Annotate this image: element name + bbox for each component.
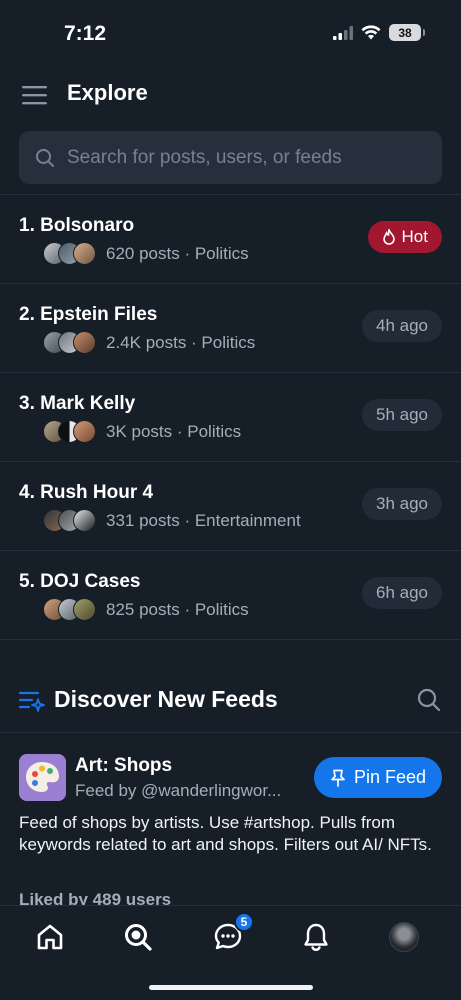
trending-title: 5. DOJ Cases (19, 571, 141, 592)
feed-card[interactable]: Art: Shops Feed by @wanderlingwor... Pin… (0, 737, 461, 905)
tab-profile[interactable] (387, 920, 421, 954)
tab-messages[interactable]: 5 (211, 912, 254, 954)
trending-item-1[interactable]: 1. Bolsonaro 620 posts · Politics Hot (0, 195, 461, 283)
bell-icon (304, 923, 328, 952)
pin-feed-label: Pin Feed (353, 767, 426, 787)
wifi-icon (361, 25, 381, 40)
discover-title: Discover New Feeds (54, 686, 278, 712)
avatar-stack (43, 420, 99, 443)
status-bar: 7:12 38 (0, 0, 461, 70)
feed-likes: Liked by 489 users (19, 890, 172, 905)
time-badge: 5h ago (362, 399, 442, 431)
badge-label: 5h ago (376, 405, 428, 424)
trending-title: 1. Bolsonaro (19, 215, 135, 236)
avatar (73, 331, 96, 354)
divider (0, 732, 461, 733)
avatar-stack (43, 598, 99, 621)
pin-icon (331, 769, 345, 787)
avatar (73, 420, 96, 443)
message-count-badge: 5 (234, 912, 254, 932)
pin-feed-button[interactable]: Pin Feed (313, 757, 442, 798)
trending-meta: 2.4K posts · Politics (106, 333, 256, 352)
trending-item-3[interactable]: 3. Mark Kelly 3K posts · Politics 5h ago (0, 373, 461, 461)
trending-meta: 620 posts · Politics (106, 244, 249, 263)
palette-icon (19, 754, 66, 801)
badge-label: 3h ago (376, 494, 428, 513)
time-badge: 4h ago (362, 310, 442, 342)
hot-badge: Hot (367, 221, 442, 253)
feed-name: Art: Shops (75, 755, 173, 776)
cellular-signal-icon (333, 25, 353, 40)
feed-description: Feed of shops by artists. Use #artshop. … (19, 813, 432, 854)
status-time: 7:12 (64, 22, 107, 45)
trending-title: 2. Epstein Files (19, 304, 158, 325)
profile-avatar (389, 922, 419, 952)
status-icons: 38 (333, 24, 425, 41)
search-bar[interactable] (19, 131, 442, 184)
home-indicator (149, 985, 313, 990)
trending-meta: 825 posts · Politics (106, 600, 249, 619)
feed-avatar (19, 754, 66, 801)
trending-meta: 331 posts · Entertainment (106, 511, 301, 530)
menu-icon[interactable] (22, 84, 48, 106)
search-icon (125, 924, 152, 951)
trending-title: 4. Rush Hour 4 (19, 482, 154, 503)
avatar-stack (43, 331, 99, 354)
badge-label: Hot (401, 227, 428, 246)
feeds-sparkle-icon (19, 691, 45, 712)
trending-item-5[interactable]: 5. DOJ Cases 825 posts · Politics 6h ago (0, 551, 461, 639)
home-icon (37, 924, 63, 950)
avatar-stack (43, 509, 99, 532)
time-badge: 6h ago (362, 577, 442, 609)
flame-icon (382, 229, 395, 245)
badge-label: 4h ago (376, 316, 428, 335)
battery-level: 38 (398, 25, 412, 40)
discover-feeds-header: Discover New Feeds (0, 682, 461, 722)
badge-label: 6h ago (376, 583, 428, 602)
page-title: Explore (67, 80, 148, 105)
tab-bar: 5 (0, 905, 461, 1000)
tab-home[interactable] (33, 920, 67, 954)
avatar-stack (43, 242, 99, 265)
time-badge: 3h ago (362, 488, 442, 520)
search-icon[interactable] (417, 688, 441, 712)
avatar (73, 509, 96, 532)
search-icon (36, 148, 54, 167)
tab-search[interactable] (121, 920, 155, 954)
battery-icon: 38 (389, 24, 425, 41)
trending-item-2[interactable]: 2. Epstein Files 2.4K posts · Politics 4… (0, 284, 461, 372)
tab-notifications[interactable] (299, 920, 333, 954)
avatar (73, 598, 96, 621)
search-input[interactable] (67, 146, 427, 169)
trending-title: 3. Mark Kelly (19, 393, 136, 414)
header: Explore (0, 76, 461, 116)
divider (0, 639, 461, 640)
avatar (73, 242, 96, 265)
trending-item-4[interactable]: 4. Rush Hour 4 331 posts · Entertainment… (0, 462, 461, 550)
feed-author: Feed by @wanderlingwor... (75, 781, 282, 800)
trending-meta: 3K posts · Politics (106, 422, 242, 441)
